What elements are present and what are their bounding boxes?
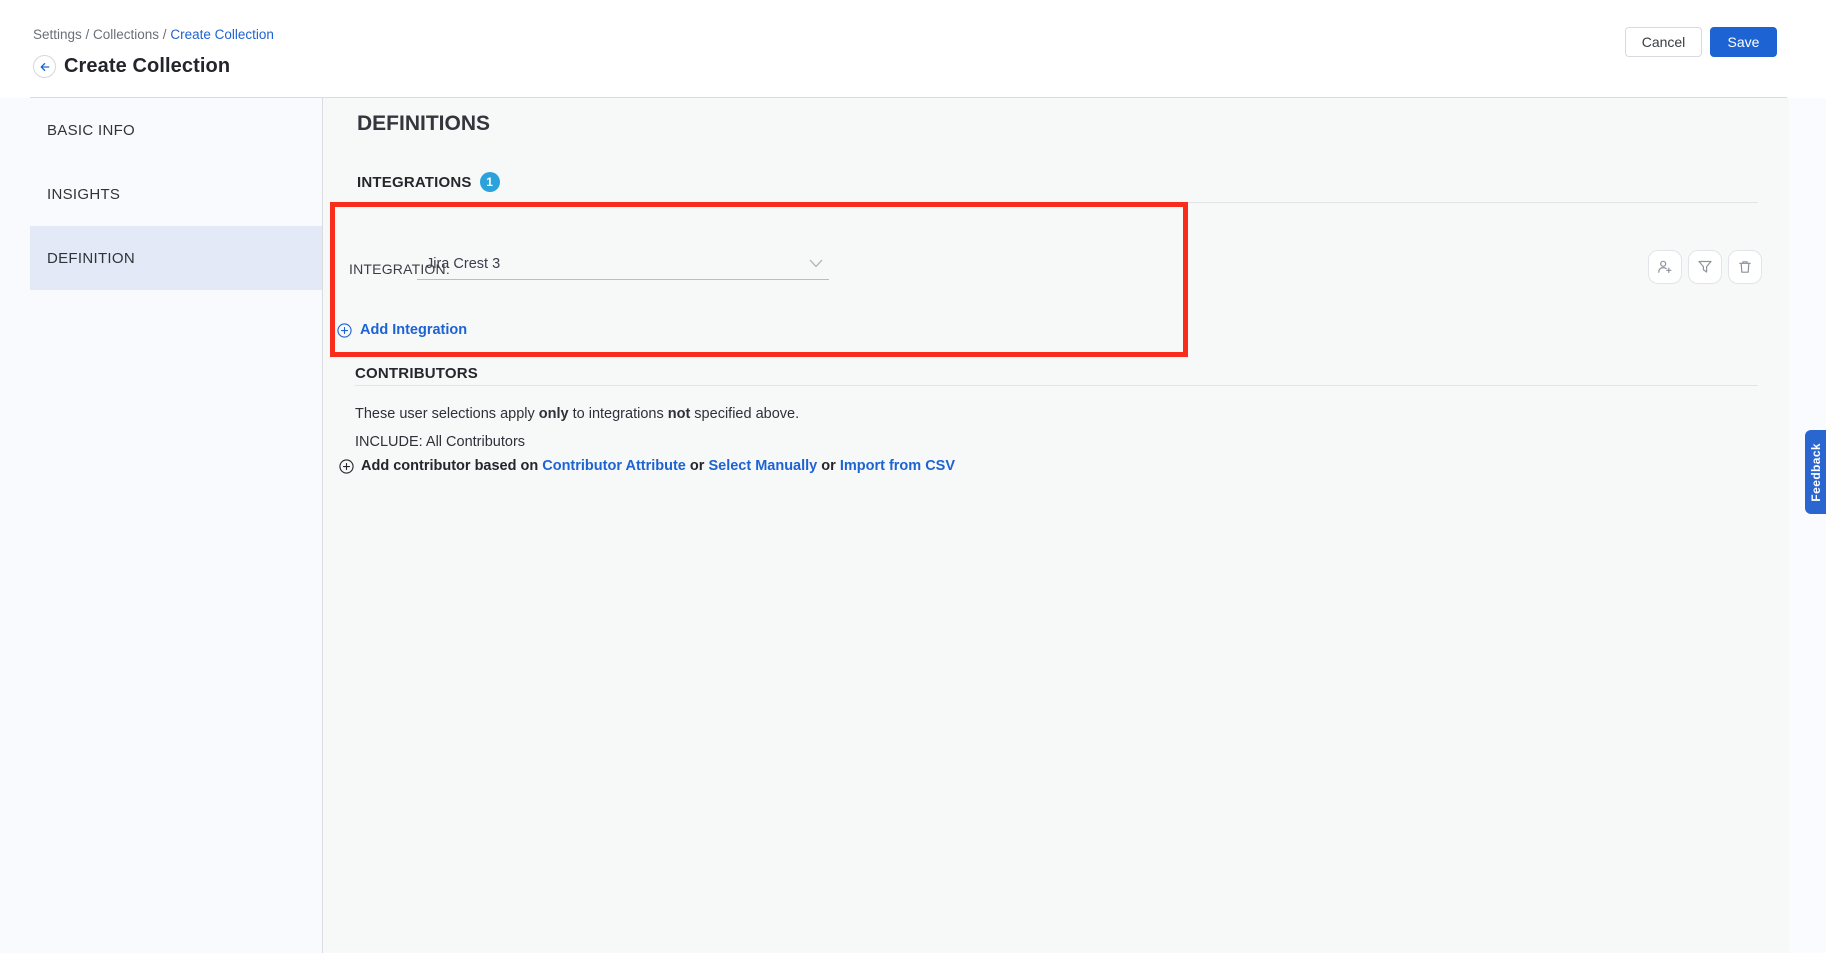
chevron-down-icon <box>809 259 829 268</box>
breadcrumb-current: Create Collection <box>170 27 274 42</box>
page-header: Settings / Collections / Create Collecti… <box>0 0 1826 98</box>
sidebar-item-label: BASIC INFO <box>47 122 135 139</box>
cancel-button[interactable]: Cancel <box>1625 27 1702 57</box>
filter-icon <box>1697 259 1713 275</box>
contributors-divider <box>355 385 1758 386</box>
breadcrumb: Settings / Collections / Create Collecti… <box>33 27 274 42</box>
integration-select-value: Jira Crest 3 <box>417 256 500 272</box>
add-integration-label: Add Integration <box>360 322 467 338</box>
section-title: DEFINITIONS <box>357 112 490 136</box>
filter-integration-button[interactable] <box>1688 250 1722 284</box>
select-manually-link[interactable]: Select Manually <box>708 458 817 474</box>
user-plus-icon <box>1657 259 1673 275</box>
integrations-heading-row: INTEGRATIONS 1 <box>357 172 500 192</box>
trash-icon <box>1737 259 1753 275</box>
plus-circle-icon <box>339 459 354 474</box>
back-button[interactable] <box>33 55 56 78</box>
definitions-panel: DEFINITIONS INTEGRATIONS 1 INTEGRATION: … <box>323 98 1789 953</box>
breadcrumb-trail[interactable]: Settings / Collections / <box>33 27 170 42</box>
include-line: INCLUDE: All Contributors <box>355 434 525 450</box>
feedback-tab[interactable]: Feedback <box>1805 430 1826 514</box>
integrations-count-badge: 1 <box>480 172 500 192</box>
add-integration-link[interactable]: Add Integration <box>337 322 467 338</box>
sidebar-item-label: DEFINITION <box>47 250 135 267</box>
sidebar-item-label: INSIGHTS <box>47 186 120 203</box>
integrations-divider <box>355 202 1758 203</box>
contributors-note: These user selections apply only to inte… <box>355 406 799 422</box>
import-from-csv-link[interactable]: Import from CSV <box>840 458 955 474</box>
sidebar-item-insights[interactable]: INSIGHTS <box>0 162 322 226</box>
plus-circle-icon <box>337 323 352 338</box>
feedback-tab-label: Feedback <box>1809 443 1823 502</box>
add-contributor-line: Add contributor based on Contributor Att… <box>339 458 955 474</box>
add-contributor-text: Add contributor based on Contributor Att… <box>361 458 955 474</box>
page-title: Create Collection <box>64 55 230 78</box>
add-contributor-to-integration-button[interactable] <box>1648 250 1682 284</box>
delete-integration-button[interactable] <box>1728 250 1762 284</box>
contributor-attribute-link[interactable]: Contributor Attribute <box>542 458 686 474</box>
save-button[interactable]: Save <box>1710 27 1777 57</box>
integration-select[interactable]: Jira Crest 3 <box>417 248 829 280</box>
sidebar-item-basic-info[interactable]: BASIC INFO <box>0 98 322 162</box>
integrations-heading: INTEGRATIONS <box>357 174 472 191</box>
contributors-heading: CONTRIBUTORS <box>355 365 478 382</box>
sidebar-item-definition[interactable]: DEFINITION <box>30 226 322 290</box>
arrow-left-icon <box>39 61 51 73</box>
settings-sidebar: BASIC INFO INSIGHTS DEFINITION <box>0 98 323 953</box>
